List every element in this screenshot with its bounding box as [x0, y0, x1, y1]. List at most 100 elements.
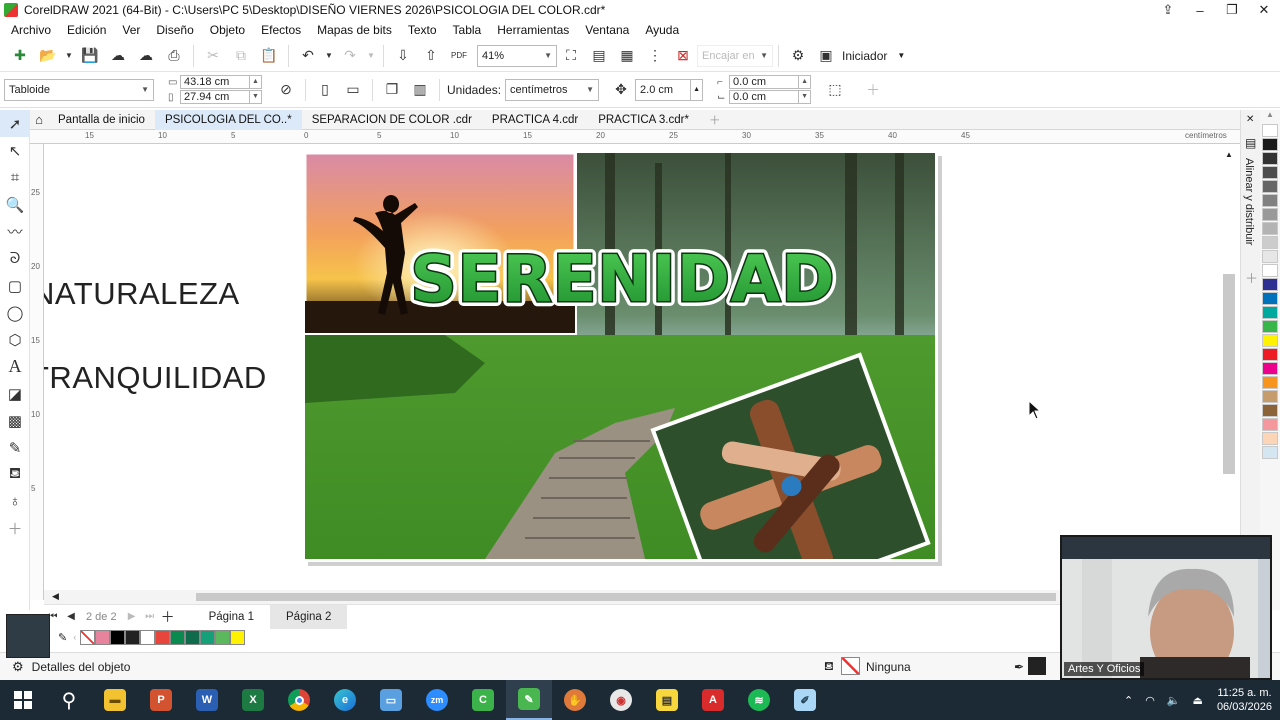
- crop-tool-icon[interactable]: ⌗: [0, 164, 30, 191]
- units-select[interactable]: centímetros ▼: [505, 78, 600, 101]
- menu-ayuda[interactable]: Ayuda: [638, 23, 688, 37]
- polygon-tool-icon[interactable]: ⬡: [0, 326, 30, 353]
- photo-paint-icon[interactable]: ◉: [598, 680, 644, 720]
- zoom-icon[interactable]: zm: [414, 680, 460, 720]
- eyedropper-icon[interactable]: ✎: [0, 434, 30, 461]
- palette-swatch[interactable]: [1262, 320, 1278, 333]
- save-icon[interactable]: 💾: [78, 44, 102, 68]
- game-icon[interactable]: ✋: [552, 680, 598, 720]
- spotify-icon[interactable]: ≋: [736, 680, 782, 720]
- vertical-scrollbar[interactable]: ▲: [1222, 150, 1236, 590]
- new-tab-icon[interactable]: ＋: [699, 110, 731, 130]
- dup-y-spinner[interactable]: ▼: [799, 90, 812, 104]
- pick-tool-icon[interactable]: ➚: [0, 110, 30, 137]
- current-page-icon[interactable]: ▥: [408, 78, 432, 102]
- last-page-icon[interactable]: ⏭: [141, 611, 159, 622]
- page-width-field[interactable]: 43.18 cm: [180, 75, 250, 89]
- menu-ventana[interactable]: Ventana: [578, 23, 638, 37]
- home-icon[interactable]: ⌂: [30, 110, 48, 130]
- portrait-icon[interactable]: ▯: [313, 78, 337, 102]
- show-grid-icon[interactable]: ▦: [615, 44, 639, 68]
- gear-icon[interactable]: ⚙: [786, 44, 810, 68]
- landscape-icon[interactable]: ▭: [341, 78, 365, 102]
- search-icon[interactable]: ⚲: [46, 680, 92, 720]
- menu-ver[interactable]: Ver: [115, 23, 149, 37]
- show-guidelines-icon[interactable]: ⋮: [643, 44, 667, 68]
- tab-separacion-de-color[interactable]: SEPARACION DE COLOR .cdr: [302, 110, 482, 130]
- serenity-collage[interactable]: SERENIDAD SERENIDAD: [305, 153, 935, 559]
- docker-title[interactable]: Alinear y distribuir: [1243, 158, 1255, 245]
- palette-scroll-icon[interactable]: ▲: [1260, 110, 1280, 124]
- open-icon[interactable]: 📂: [36, 44, 60, 68]
- palette-swatch[interactable]: [1262, 362, 1278, 375]
- document-palette-swatch[interactable]: [110, 629, 126, 645]
- chevron-down-icon[interactable]: ▼: [897, 51, 905, 60]
- gear-icon[interactable]: ⚙: [12, 659, 24, 675]
- close-button[interactable]: ✕: [1248, 0, 1280, 20]
- menu-archivo[interactable]: Archivo: [4, 23, 60, 37]
- tab-psicologia-del-color[interactable]: PSICOLOGIA DEL CO..*: [154, 109, 302, 130]
- lock-ratio-icon[interactable]: ⊘: [274, 78, 298, 102]
- document-palette-swatch[interactable]: [185, 629, 201, 645]
- no-color-swatch[interactable]: [80, 629, 96, 645]
- document-palette-swatch[interactable]: [215, 629, 231, 645]
- cut-icon[interactable]: ✂: [201, 44, 225, 68]
- add-icon[interactable]: ＋: [861, 78, 885, 102]
- dup-x-spinner[interactable]: ▲: [799, 75, 812, 89]
- snap-off-icon[interactable]: ⊠: [671, 44, 695, 68]
- open-dropdown-icon[interactable]: ▼: [64, 44, 74, 68]
- coreldraw-taskbar-icon[interactable]: ✎: [506, 680, 552, 720]
- palette-swatch[interactable]: [1262, 138, 1278, 151]
- width-spinner[interactable]: ▲: [250, 75, 262, 89]
- docker-add-icon[interactable]: ＋: [1245, 268, 1258, 287]
- tab-pantalla-de-inicio[interactable]: Pantalla de inicio: [48, 110, 155, 130]
- next-page-icon[interactable]: ▶: [123, 611, 141, 622]
- fill-tool-icon[interactable]: ⛾: [0, 461, 30, 488]
- current-fill-preview[interactable]: [6, 614, 50, 658]
- artistic-media-icon[interactable]: ᘐ: [0, 245, 30, 272]
- palette-swatch[interactable]: [1262, 418, 1278, 431]
- palette-swatch[interactable]: [1262, 376, 1278, 389]
- palette-swatch[interactable]: [1262, 152, 1278, 165]
- docker-close-icon[interactable]: ✕: [1246, 114, 1254, 125]
- palette-swatch[interactable]: [1262, 446, 1278, 459]
- palette-swatch[interactable]: [1262, 236, 1278, 249]
- redo-dropdown-icon[interactable]: ▼: [366, 44, 376, 68]
- palette-swatch[interactable]: [1262, 404, 1278, 417]
- palette-swatch[interactable]: [1262, 166, 1278, 179]
- powerpoint-icon[interactable]: P: [138, 680, 184, 720]
- export-icon[interactable]: ⇧: [419, 44, 443, 68]
- duplicate-y-field[interactable]: 0.0 cm: [729, 90, 800, 104]
- page-frame-icon[interactable]: ⬚: [823, 78, 847, 102]
- rectangle-tool-icon[interactable]: ▢: [0, 272, 30, 299]
- scroll-left-icon[interactable]: ◀: [52, 591, 59, 602]
- palette-swatch[interactable]: [1262, 306, 1278, 319]
- excel-icon[interactable]: X: [230, 680, 276, 720]
- full-screen-preview-icon[interactable]: ⛶: [559, 44, 583, 68]
- menu-texto[interactable]: Texto: [401, 23, 446, 37]
- palette-swatch[interactable]: [1262, 222, 1278, 235]
- palette-swatch[interactable]: [1262, 432, 1278, 445]
- copy-icon[interactable]: ⧉: [229, 44, 253, 68]
- menu-mapas-de-bits[interactable]: Mapas de bits: [310, 23, 401, 37]
- show-rulers-icon[interactable]: ▤: [587, 44, 611, 68]
- palette-swatch[interactable]: [1262, 264, 1278, 277]
- usb-icon[interactable]: ⏏: [1193, 694, 1203, 707]
- menu-objeto[interactable]: Objeto: [203, 23, 254, 37]
- document-palette-swatch[interactable]: [125, 629, 141, 645]
- file-explorer-icon[interactable]: ▬: [92, 680, 138, 720]
- document-palette-swatch[interactable]: [230, 629, 246, 645]
- start-button[interactable]: [0, 680, 46, 720]
- all-pages-icon[interactable]: ❐: [380, 78, 404, 102]
- redo-icon[interactable]: ↷: [338, 44, 362, 68]
- nudge-distance-field[interactable]: 2.0 cm: [635, 78, 692, 101]
- zoom-tool-icon[interactable]: 🔍: [0, 191, 30, 218]
- document-palette-swatch[interactable]: [140, 629, 156, 645]
- menu-diseno[interactable]: Diseño: [149, 23, 202, 37]
- maximize-button[interactable]: ❐: [1216, 0, 1248, 20]
- duplicate-x-field[interactable]: 0.0 cm: [729, 75, 800, 89]
- volume-icon[interactable]: 🔈: [1167, 694, 1181, 707]
- palette-swatch[interactable]: [1262, 124, 1278, 137]
- shadow-tool-icon[interactable]: ◪: [0, 380, 30, 407]
- corel-store-icon[interactable]: C: [460, 680, 506, 720]
